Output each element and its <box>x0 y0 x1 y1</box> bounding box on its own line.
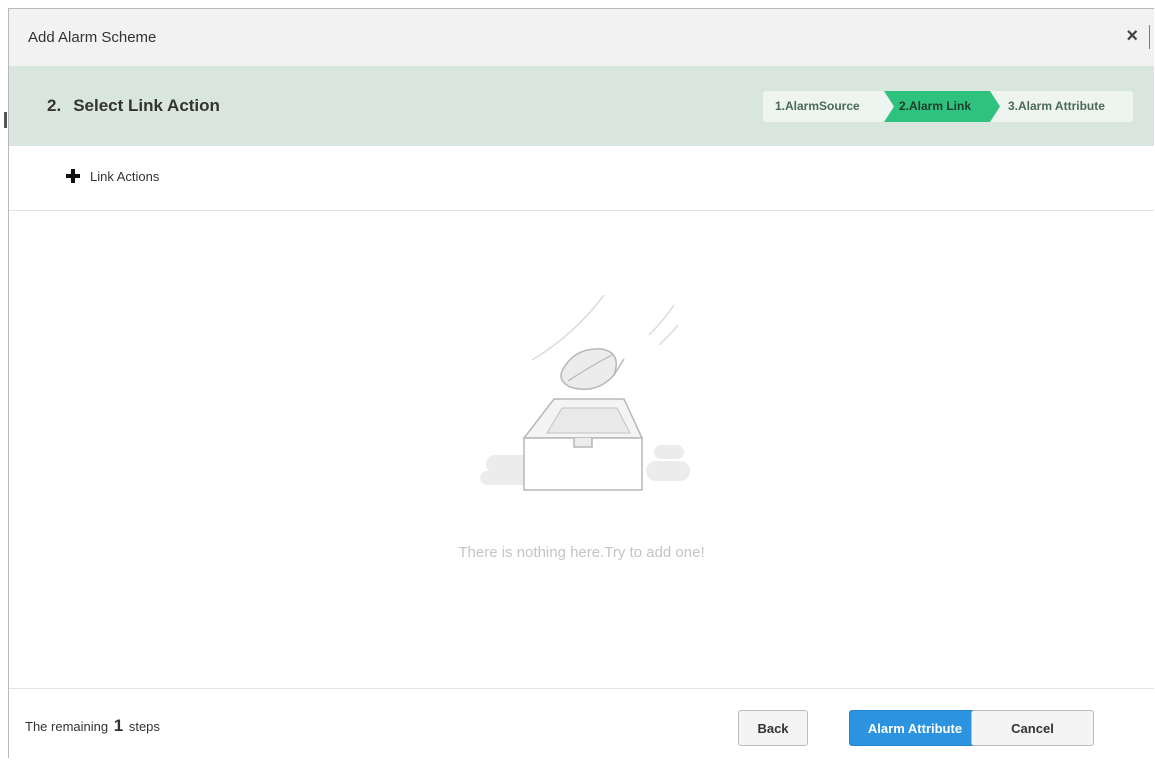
plus-icon <box>66 169 80 183</box>
step-number: 2. <box>47 96 62 115</box>
close-icon[interactable]: × <box>1126 26 1138 46</box>
add-link-actions-button[interactable]: Link Actions <box>66 169 159 184</box>
remaining-steps: The remaining 1 steps <box>25 716 160 736</box>
back-button[interactable]: Back <box>738 710 808 746</box>
empty-state: There is nothing here.Try to add one! <box>9 211 1154 688</box>
step-heading: 2. Select Link Action <box>47 96 220 116</box>
background-edge <box>0 0 8 758</box>
empty-state-message: There is nothing here.Try to add one! <box>458 544 705 561</box>
remaining-count: 1 <box>113 716 124 735</box>
step-header: 2. Select Link Action 1.AlarmSource 2.Ala… <box>9 66 1154 146</box>
close-accent-line <box>1149 25 1150 49</box>
remaining-prefix: The remaining <box>25 719 109 734</box>
step-title: Select Link Action <box>73 96 220 115</box>
background-edge-mark <box>4 112 7 128</box>
alarm-attribute-button[interactable]: Alarm Attribute <box>849 710 981 746</box>
remaining-suffix: steps <box>128 719 160 734</box>
link-actions-toolbar: Link Actions <box>9 146 1154 211</box>
dialog-titlebar: Add Alarm Scheme × <box>9 9 1154 66</box>
step-alarm-attribute[interactable]: 3.Alarm Attribute <box>1008 99 1105 113</box>
empty-box-icon <box>480 295 690 491</box>
dialog-footer: The remaining 1 steps Back Alarm Attribu… <box>9 688 1154 760</box>
cancel-button[interactable]: Cancel <box>971 710 1094 746</box>
add-alarm-scheme-dialog: Add Alarm Scheme × 2. Select Link Action … <box>8 8 1154 758</box>
add-link-actions-label: Link Actions <box>90 169 160 184</box>
wizard-progress: 1.AlarmSource 2.Alarm Link 3.Alarm Attri… <box>763 91 1133 122</box>
step-alarm-link[interactable]: 2.Alarm Link <box>899 99 971 113</box>
step-alarm-source[interactable]: 1.AlarmSource <box>775 99 860 113</box>
dialog-title: Add Alarm Scheme <box>28 29 157 46</box>
